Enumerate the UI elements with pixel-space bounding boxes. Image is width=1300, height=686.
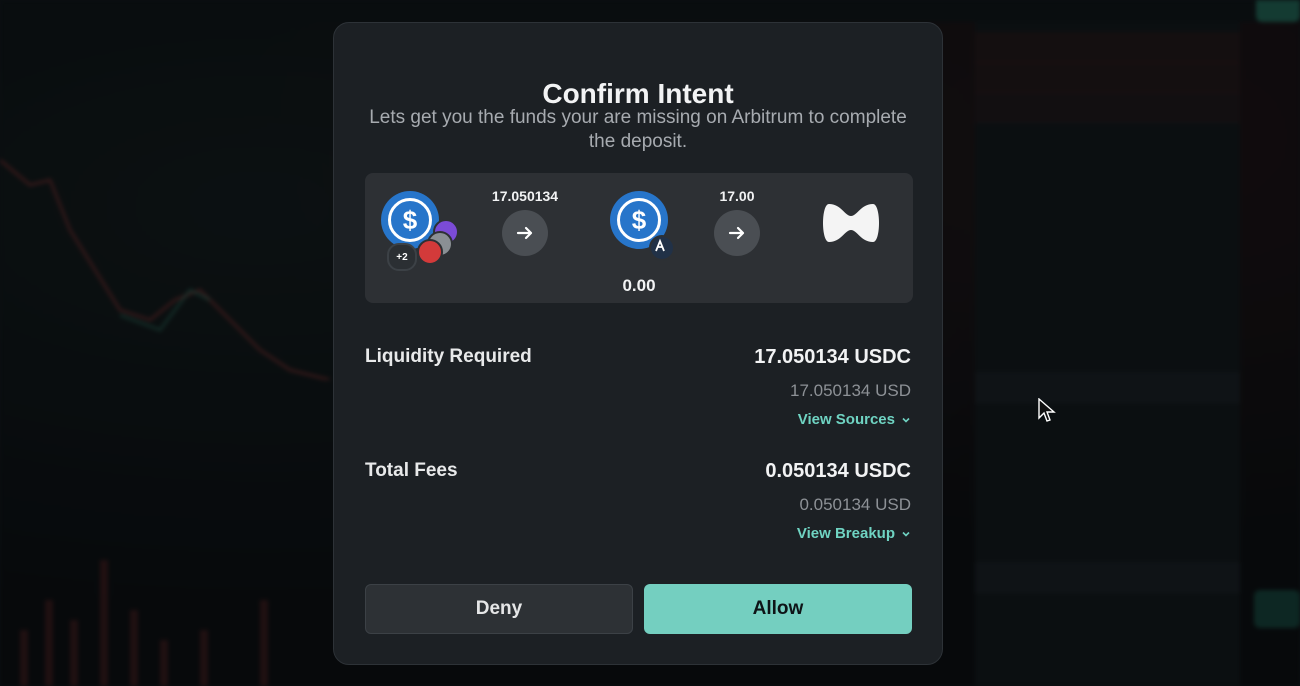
mouse-cursor-icon (1038, 398, 1056, 422)
amount-in: 17.050134 (491, 188, 559, 204)
view-sources-label: View Sources (797, 411, 895, 428)
total-fees-usd: 0.050134 USD (799, 495, 911, 514)
liquidity-required-value: 17.050134 USDC (754, 346, 911, 368)
arrow-right-icon (502, 210, 548, 256)
modal-subtitle: Lets get you the funds your are missing … (369, 107, 907, 152)
transfer-flow-panel: $ +2 17.050134 $ 0.00 17.00 (365, 173, 913, 303)
more-chains-badge: +2 (387, 243, 417, 271)
allow-button[interactable]: Allow (644, 584, 912, 634)
view-sources-link[interactable]: View Sources (798, 411, 911, 428)
total-fees-label: Total Fees (365, 460, 458, 481)
view-breakup-label: View Breakup (796, 525, 895, 542)
optimism-icon (417, 239, 443, 265)
protocol-logo-icon (823, 204, 879, 242)
total-fees-value: 0.050134 USDC (765, 460, 911, 482)
liquidity-required-label: Liquidity Required (365, 346, 532, 367)
amount-out: 17.00 (719, 188, 755, 204)
chevron-down-icon (902, 531, 910, 537)
chevron-down-icon (902, 417, 910, 423)
liquidity-required-usd: 17.050134 USD (790, 381, 911, 400)
confirm-intent-modal: Confirm Intent Lets get you the funds yo… (333, 22, 943, 665)
mid-balance: 0.00 (622, 276, 656, 295)
arbitrum-icon (649, 235, 675, 261)
arrow-right-icon (714, 210, 760, 256)
deny-button[interactable]: Deny (365, 584, 633, 634)
view-breakup-link[interactable]: View Breakup (797, 525, 911, 542)
